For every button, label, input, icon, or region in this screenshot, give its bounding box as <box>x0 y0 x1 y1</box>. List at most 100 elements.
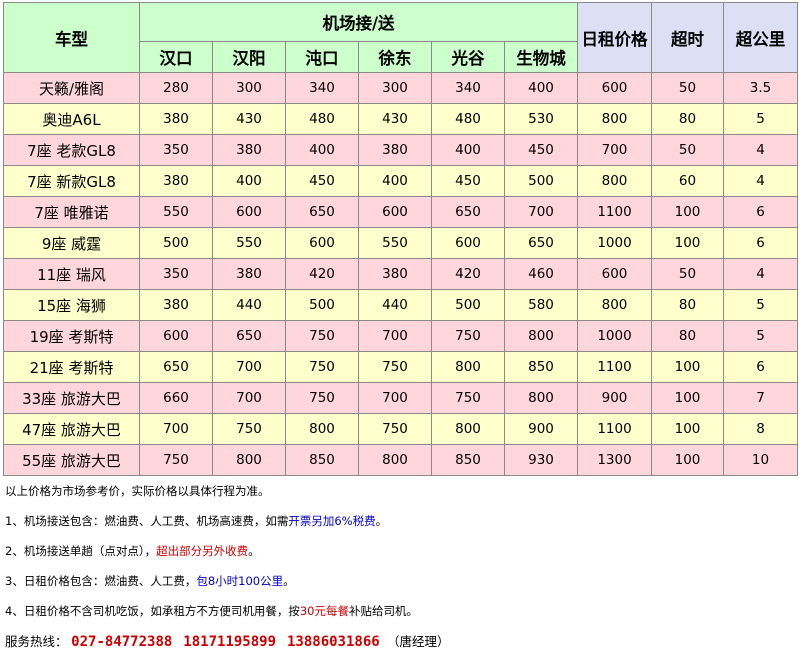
table-row: 33座 旅游大巴 660 700 750 700 750 800 900 100 7 <box>3 382 798 414</box>
price-cell: 430 <box>358 103 432 135</box>
price-cell: 300 <box>358 72 432 104</box>
price-cell: 750 <box>139 444 213 476</box>
header-airport: 机场接/送 <box>139 2 578 42</box>
price-cell: 600 <box>358 196 432 228</box>
header-model: 车型 <box>3 2 140 73</box>
price-cell: 440 <box>212 289 286 321</box>
table-row: 天籁/雅阁 280 300 340 300 340 400 600 50 3.5 <box>3 72 798 104</box>
price-cell: 480 <box>285 103 359 135</box>
price-cell: 340 <box>431 72 505 104</box>
table-row: 47座 旅游大巴 700 750 800 750 800 900 1100 100 8 <box>3 413 798 445</box>
price-cell: 460 <box>504 258 578 290</box>
header-location: 生物城 <box>504 41 578 73</box>
price-cell: 600 <box>431 227 505 259</box>
price-cell: 600 <box>285 227 359 259</box>
overtime-cell: 100 <box>651 351 724 383</box>
price-cell: 550 <box>358 227 432 259</box>
price-cell: 930 <box>504 444 578 476</box>
price-cell: 800 <box>504 382 578 414</box>
price-cell: 500 <box>431 289 505 321</box>
note-text: 。 <box>283 574 295 588</box>
table-row: 11座 瑞风 350 380 420 380 420 460 600 50 4 <box>3 258 798 290</box>
overtime-cell: 80 <box>651 320 724 352</box>
daily-price-cell: 1000 <box>577 227 652 259</box>
note-2: 2、机场接送单趟（点对点），超出部分另外收费。 <box>5 543 260 559</box>
price-cell: 500 <box>139 227 213 259</box>
daily-price-cell: 1000 <box>577 320 652 352</box>
price-cell: 420 <box>285 258 359 290</box>
price-cell: 440 <box>358 289 432 321</box>
price-cell: 480 <box>431 103 505 135</box>
price-cell: 380 <box>358 134 432 166</box>
note-text: 4、日租价格不含司机吃饭，如承租方不方便司机用餐，按 <box>5 604 300 618</box>
table-row: 9座 威霆 500 550 600 550 600 650 1000 100 6 <box>3 227 798 259</box>
price-cell: 450 <box>285 165 359 197</box>
price-cell: 380 <box>139 165 213 197</box>
model-cell: 15座 海狮 <box>3 289 140 321</box>
price-cell: 340 <box>285 72 359 104</box>
price-cell: 430 <box>212 103 286 135</box>
contact-name: （唐经理） <box>387 634 450 649</box>
note-1: 1、机场接送包含：燃油费、人工费、机场高速费，如需开票另加6%税费。 <box>5 513 387 529</box>
price-cell: 700 <box>358 320 432 352</box>
price-cell: 800 <box>358 444 432 476</box>
overkm-cell: 4 <box>723 258 798 290</box>
price-cell: 400 <box>358 165 432 197</box>
overkm-cell: 8 <box>723 413 798 445</box>
daily-price-cell: 600 <box>577 72 652 104</box>
price-cell: 850 <box>504 351 578 383</box>
price-cell: 850 <box>431 444 505 476</box>
price-cell: 600 <box>139 320 213 352</box>
hotline: 服务热线： 027-84772388 18171195899 138860318… <box>5 631 450 650</box>
price-cell: 660 <box>139 382 213 414</box>
price-cell: 650 <box>139 351 213 383</box>
note-text: 。 <box>375 514 388 528</box>
price-cell: 380 <box>139 103 213 135</box>
daily-price-cell: 1100 <box>577 196 652 228</box>
note-highlight: 超出部分另外收费 <box>156 544 249 558</box>
overkm-cell: 5 <box>723 103 798 135</box>
price-cell: 750 <box>358 351 432 383</box>
price-cell: 380 <box>212 134 286 166</box>
note-highlight: 开票另加6%税费 <box>288 514 376 528</box>
price-cell: 530 <box>504 103 578 135</box>
price-cell: 750 <box>431 382 505 414</box>
table-row: 7座 新款GL8 380 400 450 400 450 500 800 60 4 <box>3 165 798 197</box>
daily-price-cell: 1100 <box>577 413 652 445</box>
model-cell: 55座 旅游大巴 <box>3 444 140 476</box>
overtime-cell: 80 <box>651 289 724 321</box>
price-cell: 850 <box>285 444 359 476</box>
overtime-cell: 100 <box>651 413 724 445</box>
price-cell: 800 <box>431 413 505 445</box>
overkm-cell: 10 <box>723 444 798 476</box>
price-cell: 800 <box>431 351 505 383</box>
overtime-cell: 100 <box>651 444 724 476</box>
overkm-cell: 5 <box>723 289 798 321</box>
daily-price-cell: 800 <box>577 289 652 321</box>
model-cell: 11座 瑞风 <box>3 258 140 290</box>
header-location: 徐东 <box>358 41 432 73</box>
overtime-cell: 50 <box>651 134 724 166</box>
overtime-cell: 100 <box>651 382 724 414</box>
price-cell: 700 <box>212 382 286 414</box>
price-table: 车型 机场接/送 日租价格 超时 超公里 汉口 汉阳 沌口 徐东 光谷 生物城 … <box>3 2 798 476</box>
header-location: 沌口 <box>285 41 359 73</box>
price-cell: 800 <box>285 413 359 445</box>
overkm-cell: 7 <box>723 382 798 414</box>
table-row: 7座 老款GL8 350 380 400 380 400 450 700 50 4 <box>3 134 798 166</box>
price-cell: 600 <box>212 196 286 228</box>
model-cell: 21座 考斯特 <box>3 351 140 383</box>
price-cell: 900 <box>504 413 578 445</box>
overkm-cell: 5 <box>723 320 798 352</box>
overkm-cell: 4 <box>723 165 798 197</box>
price-cell: 500 <box>285 289 359 321</box>
note-text: 1、机场接送包含：燃油费、人工费、机场高速费，如需 <box>5 514 289 528</box>
model-cell: 天籁/雅阁 <box>3 72 140 104</box>
price-cell: 500 <box>504 165 578 197</box>
overkm-cell: 6 <box>723 227 798 259</box>
phone-number: 13886031866 <box>286 634 380 650</box>
daily-price-cell: 1100 <box>577 351 652 383</box>
price-cell: 350 <box>139 134 213 166</box>
header-overtime: 超时 <box>651 2 724 73</box>
overtime-cell: 100 <box>651 227 724 259</box>
